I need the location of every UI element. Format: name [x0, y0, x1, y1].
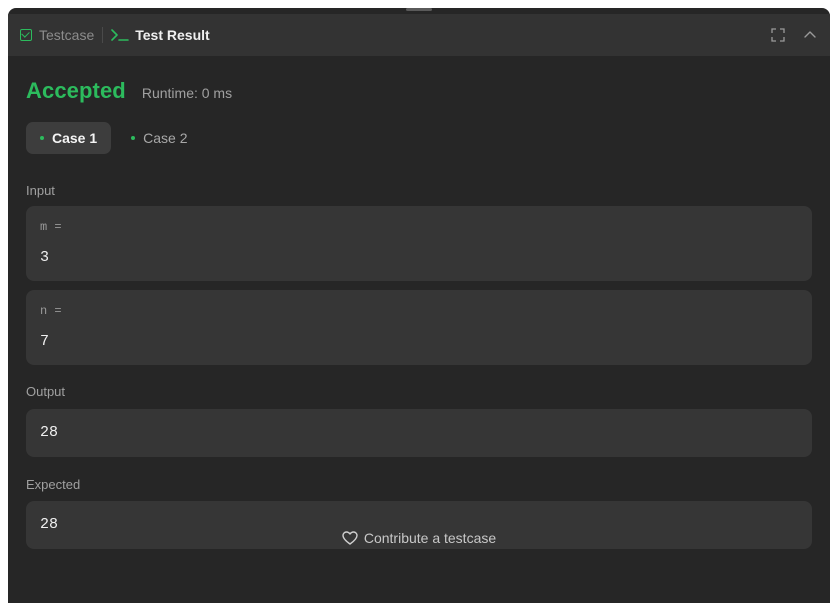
param-value: 3 — [40, 249, 50, 266]
input-param-n: n = 7 — [26, 290, 812, 365]
tab-testcase-label: Testcase — [39, 27, 95, 43]
output-label: Output — [26, 384, 66, 399]
tab-testcase[interactable]: Testcase — [8, 14, 94, 56]
case-tabs: Case 1 Case 2 — [26, 122, 208, 154]
pass-dot-icon — [40, 136, 44, 140]
pass-dot-icon — [131, 136, 136, 140]
output-field: 28 — [26, 409, 812, 457]
tab-actions — [758, 23, 830, 47]
status-accepted: Accepted — [26, 78, 126, 103]
fullscreen-icon[interactable] — [766, 23, 790, 47]
output-value: 28 — [40, 424, 59, 441]
checkbox-icon — [20, 29, 32, 41]
panel-tab-bar: Testcase Test Result — [8, 14, 830, 56]
param-name: n = — [40, 304, 62, 318]
terminal-icon — [111, 28, 130, 42]
case-tab-1[interactable]: Case 1 — [26, 122, 112, 154]
case-tab-label: Case 2 — [143, 130, 188, 146]
tab-test-result-label: Test Result — [135, 27, 210, 43]
expected-label: Expected — [26, 477, 81, 492]
param-name: m = — [40, 220, 62, 234]
case-tab-label: Case 1 — [52, 130, 98, 146]
status-row: Accepted Runtime: 0 ms — [26, 78, 232, 104]
runtime-text: Runtime: 0 ms — [141, 85, 233, 101]
heart-icon — [342, 531, 358, 545]
tab-divider — [102, 27, 104, 43]
chevron-up-icon[interactable] — [798, 23, 822, 47]
param-value: 7 — [40, 333, 50, 350]
test-result-panel: Testcase Test Result Accepted Runtime: 0… — [8, 8, 830, 603]
contribute-label: Contribute a testcase — [363, 530, 497, 546]
input-label: Input — [26, 183, 55, 198]
input-param-m: m = 3 — [26, 206, 812, 281]
case-tab-2[interactable]: Case 2 — [117, 122, 201, 154]
tab-test-result[interactable]: Test Result — [111, 14, 210, 56]
contribute-testcase-button[interactable]: Contribute a testcase — [8, 520, 830, 556]
drag-handle[interactable] — [406, 8, 432, 11]
